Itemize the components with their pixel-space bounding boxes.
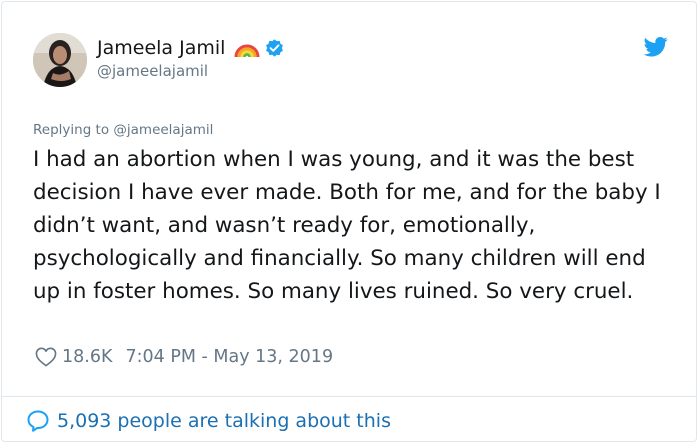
tweet-card: Jameela Jamil @jameelajamil Replying to … [1, 1, 697, 442]
avatar-image [33, 33, 87, 87]
verified-badge-icon [266, 38, 284, 57]
talking-count[interactable]: 5,093 people are talking about this [57, 410, 391, 432]
divider [2, 396, 696, 397]
author-handle[interactable]: @jameelajamil [97, 62, 208, 80]
avatar[interactable] [33, 33, 87, 87]
tweet-text: I had an abortion when I was young, and … [33, 147, 661, 304]
author-name-row[interactable]: Jameela Jamil [97, 35, 285, 61]
heart-icon[interactable] [35, 347, 57, 367]
twitter-bird-icon[interactable] [644, 37, 668, 57]
rainbow-icon [234, 44, 260, 58]
timestamp[interactable]: 7:04 PM - May 13, 2019 [125, 347, 333, 367]
like-count[interactable]: 18.6K [62, 347, 112, 367]
conversation-link[interactable]: 5,093 people are talking about this [26, 406, 391, 436]
speech-bubble-icon [27, 410, 49, 432]
tweet-meta: 18.6K 7:04 PM - May 13, 2019 [35, 345, 333, 369]
replying-to[interactable]: Replying to @jameelajamil [33, 122, 213, 138]
display-name[interactable]: Jameela Jamil [97, 37, 225, 59]
